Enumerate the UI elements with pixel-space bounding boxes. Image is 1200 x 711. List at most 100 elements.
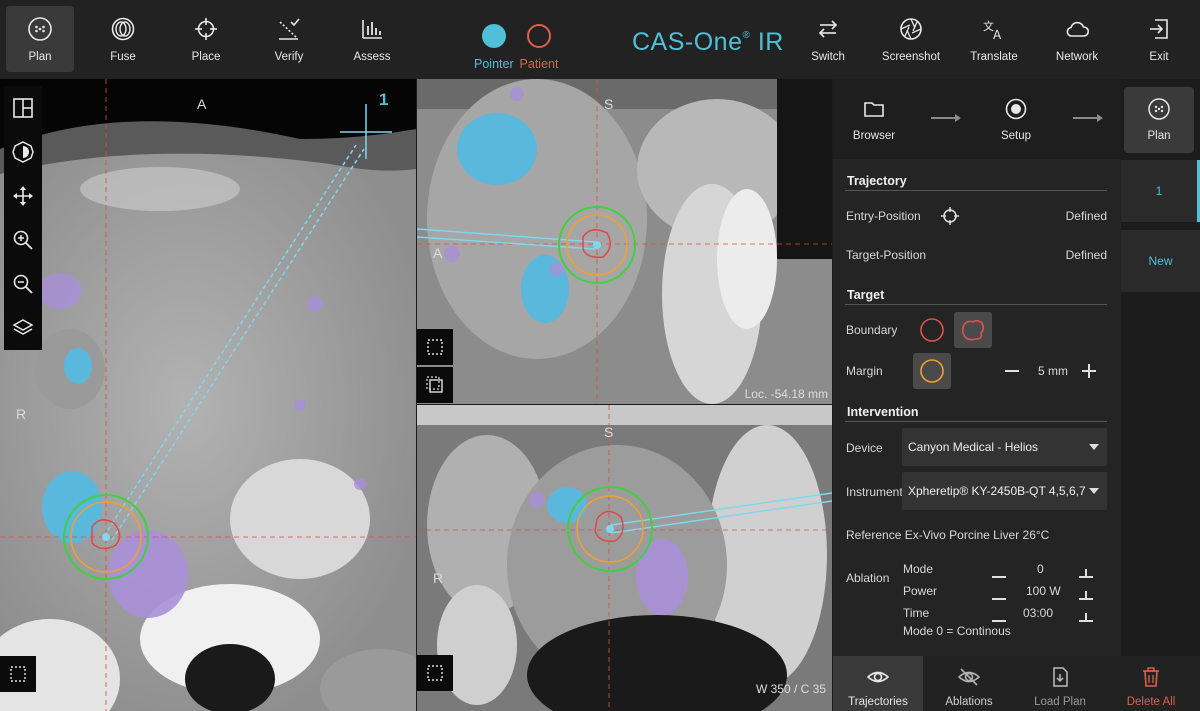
zoom-in-icon: [13, 230, 33, 250]
new-trajectory-button[interactable]: New: [1121, 230, 1200, 292]
fuse-label: Fuse: [110, 51, 136, 63]
margin-increase-button[interactable]: [1081, 363, 1097, 379]
intervention-divider: [845, 421, 1107, 422]
load-plan-button[interactable]: Load Plan: [1015, 656, 1105, 711]
sagittal-orientation-top: S: [604, 96, 614, 112]
step-setup-label: Setup: [1000, 130, 1032, 142]
pan-button[interactable]: [4, 174, 42, 218]
setup-radio-icon: [1005, 98, 1027, 120]
patient-label: Patient: [519, 57, 559, 71]
verify-button[interactable]: Verify: [255, 6, 323, 72]
pointer-dot-icon: [481, 24, 506, 48]
instrument-select[interactable]: Xpheretip® KY-2450B-QT 4,5,6,7: [902, 472, 1107, 510]
device-select[interactable]: Canyon Medical - Helios: [902, 428, 1107, 466]
ablations-button[interactable]: Ablations: [924, 656, 1014, 711]
place-label: Place: [191, 51, 221, 63]
assess-button[interactable]: Assess: [338, 6, 406, 72]
power-decrease-button[interactable]: [991, 591, 1007, 607]
place-button[interactable]: Place: [172, 6, 240, 72]
target-divider: [845, 304, 1107, 305]
coronal-select-region-button[interactable]: [417, 655, 453, 691]
layout-button[interactable]: [4, 86, 42, 130]
viewport-tools: [4, 86, 42, 350]
time-label: Time: [903, 606, 930, 620]
boundary-freeform-button[interactable]: [954, 312, 992, 348]
layers-button[interactable]: [4, 306, 42, 350]
margin-value: 5 mm: [1038, 364, 1068, 378]
translate-button[interactable]: 文A Translate: [960, 6, 1028, 72]
zoom-out-button[interactable]: [4, 262, 42, 306]
step-plan-label: Plan: [1147, 130, 1171, 142]
sagittal-viewport[interactable]: S A Loc. -54.18 mm: [417, 79, 832, 404]
place-crosshair-icon: [195, 18, 217, 40]
switch-arrows-icon: [818, 20, 838, 38]
boundary-label: Boundary: [846, 323, 898, 337]
margin-decrease-button[interactable]: [1004, 363, 1020, 379]
step-plan[interactable]: Plan: [1124, 87, 1194, 153]
power-increase-button[interactable]: [1078, 591, 1094, 607]
axial-viewport[interactable]: A R 1: [0, 79, 416, 711]
switch-button[interactable]: Switch: [794, 6, 862, 72]
camera-aperture-icon: [900, 18, 922, 40]
brand-registered-mark: ®: [742, 30, 751, 41]
power-value: 100 W: [1026, 584, 1061, 598]
target-section-title: Target: [847, 288, 885, 302]
mode-note: Mode 0 = Continous: [903, 624, 1011, 638]
new-trajectory-label: New: [1148, 254, 1173, 268]
screenshot-button[interactable]: Screenshot: [877, 6, 945, 72]
network-button[interactable]: Network: [1043, 6, 1111, 72]
move-arrows-icon: [13, 186, 33, 206]
screenshot-label: Screenshot: [881, 51, 941, 63]
mode-increase-button[interactable]: [1078, 569, 1094, 585]
plan-button[interactable]: Plan: [6, 6, 74, 72]
ablations-label: Ablations: [945, 696, 993, 708]
axial-orientation-left: R: [16, 406, 27, 422]
delete-all-label: Delete All: [1126, 696, 1176, 708]
plan-label: Plan: [28, 51, 52, 63]
intervention-section-title: Intervention: [847, 405, 919, 419]
window-level-readout: W 350 / C 35: [755, 682, 826, 696]
exit-icon: [1150, 19, 1168, 39]
mode-decrease-button[interactable]: [991, 569, 1007, 585]
switch-label: Switch: [811, 51, 845, 63]
translate-label: Translate: [970, 51, 1018, 63]
time-increase-button[interactable]: [1078, 613, 1094, 629]
axial-select-region-button[interactable]: [0, 656, 36, 692]
boundary-circle-button[interactable]: [913, 312, 951, 348]
brand-suffix: IR: [757, 28, 784, 56]
folder-icon: [864, 102, 884, 117]
coronal-viewport[interactable]: S R W 350 / C 35: [417, 405, 832, 711]
trajectories-button[interactable]: Trajectories: [833, 656, 923, 711]
select-region-icon: [10, 666, 26, 682]
chevron-down-icon: [1089, 444, 1099, 450]
axial-ct-image: [0, 79, 416, 711]
trajectory-item-1[interactable]: 1: [1121, 160, 1200, 222]
entry-crosshair-icon[interactable]: [940, 206, 960, 226]
step-browser[interactable]: Browser: [839, 87, 909, 153]
exit-button[interactable]: Exit: [1125, 6, 1193, 72]
bottom-action-bar: Trajectories Ablations Load Plan Delete …: [833, 656, 1200, 711]
assess-label: Assess: [353, 51, 391, 63]
zoom-in-button[interactable]: [4, 218, 42, 262]
app-logo: CAS-One® IR: [632, 28, 784, 57]
patient-mode-toggle[interactable]: Patient: [519, 22, 559, 71]
margin-toggle-button[interactable]: [913, 353, 951, 389]
crop-icon: [426, 376, 443, 393]
load-plan-icon: [1053, 667, 1068, 687]
sagittal-crop-button[interactable]: [417, 367, 453, 403]
entry-position-value: Defined: [1065, 209, 1107, 223]
sagittal-ct-image: [417, 79, 832, 404]
brightness-button[interactable]: [4, 130, 42, 174]
verify-icon: [279, 18, 300, 40]
fuse-button[interactable]: Fuse: [89, 6, 157, 72]
sagittal-select-region-button[interactable]: [417, 329, 453, 365]
time-value: 03:00: [1023, 606, 1054, 620]
pointer-mode-toggle[interactable]: Pointer: [474, 22, 514, 71]
trash-icon: [1143, 667, 1159, 687]
delete-all-button[interactable]: Delete All: [1106, 656, 1196, 711]
trajectory-list: 1 New: [1121, 160, 1200, 656]
pointer-label: Pointer: [474, 57, 514, 71]
assess-chart-icon: [362, 20, 382, 39]
trajectory-section-title: Trajectory: [847, 174, 907, 188]
step-setup[interactable]: Setup: [981, 87, 1051, 153]
